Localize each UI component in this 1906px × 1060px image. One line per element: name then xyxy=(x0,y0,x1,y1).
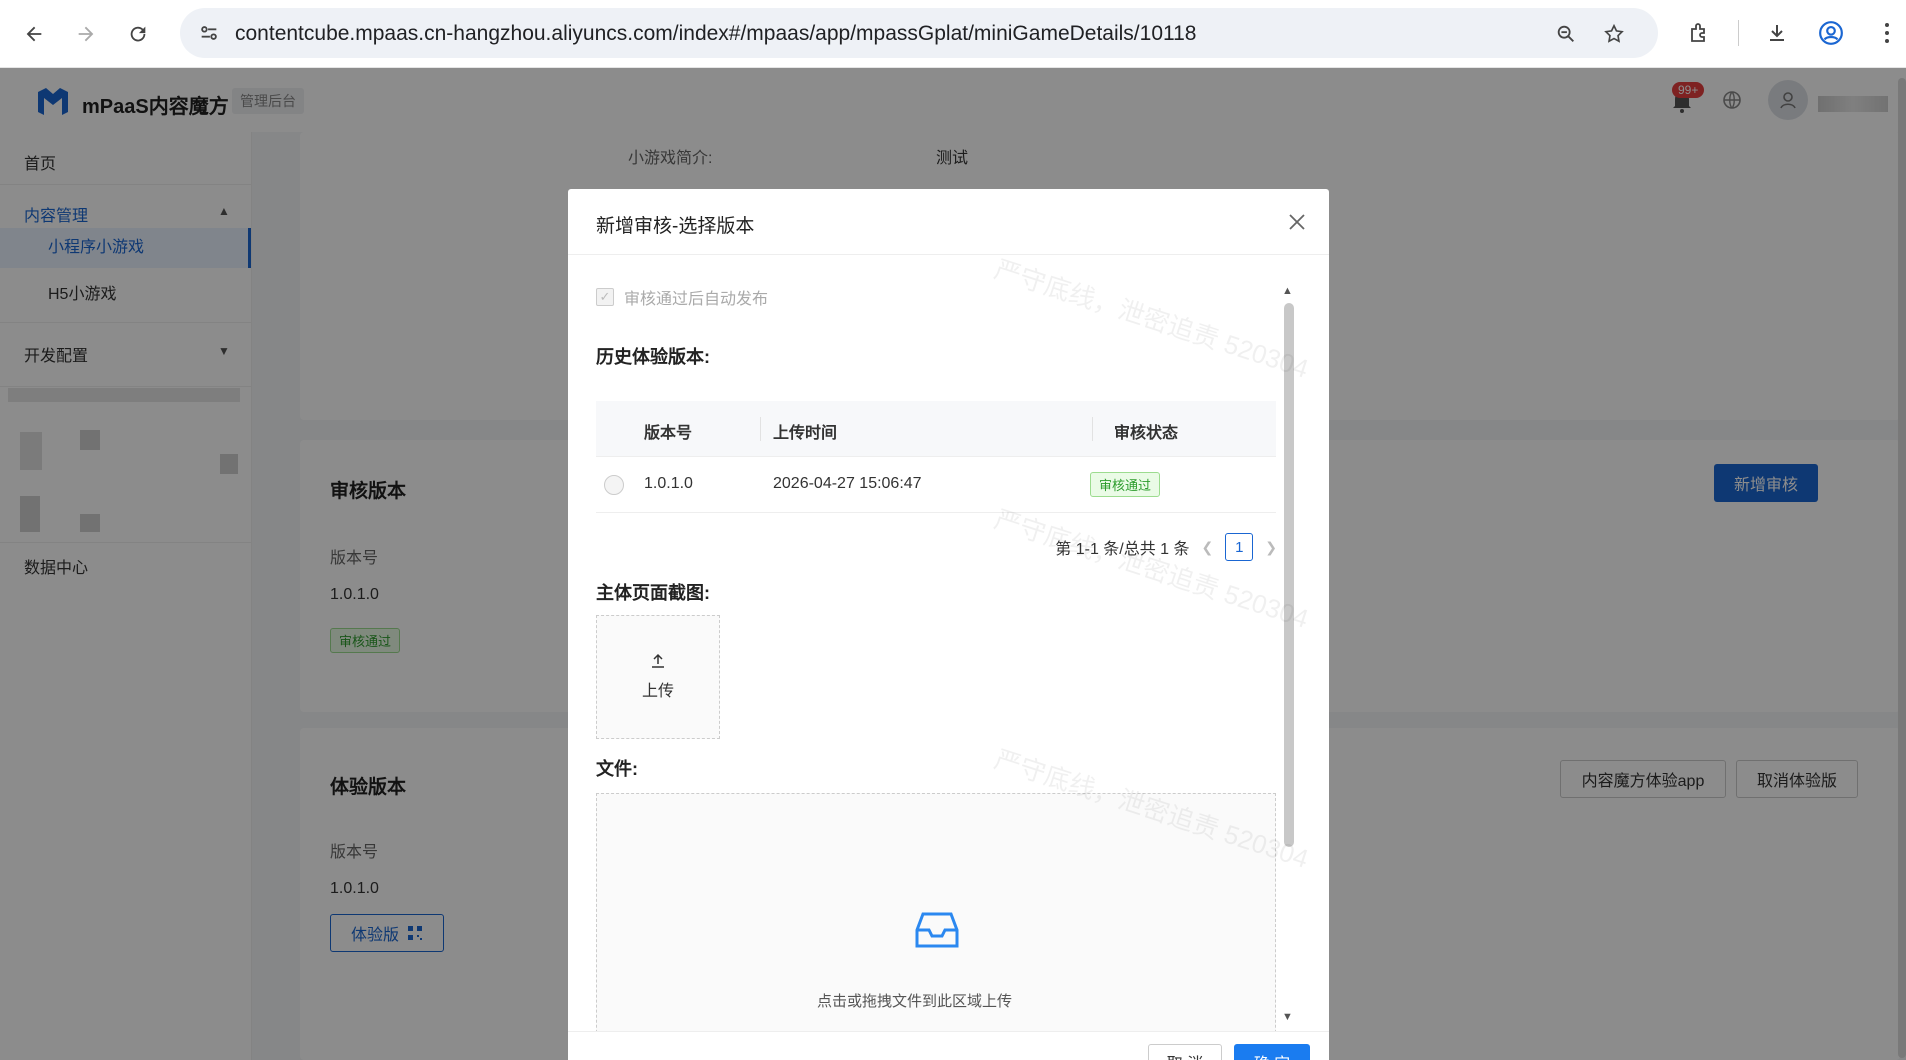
modal-title: 新增审核-选择版本 xyxy=(596,216,755,237)
zoom-icon[interactable] xyxy=(1552,20,1580,48)
column-divider xyxy=(1092,417,1093,441)
site-settings-icon[interactable] xyxy=(198,22,220,49)
bookmark-star-icon[interactable] xyxy=(1600,20,1628,48)
column-header-status: 审核状态 xyxy=(1114,425,1179,442)
table-row[interactable]: 1.0.1.0 2026-04-27 15:06:47 审核通过 xyxy=(596,457,1276,513)
url-text[interactable]: contentcube.mpaas.cn-hangzhou.aliyuncs.c… xyxy=(235,22,1196,46)
prev-page-icon[interactable]: ❮ xyxy=(1202,539,1214,556)
download-icon[interactable] xyxy=(1760,16,1794,50)
browser-toolbar: contentcube.mpaas.cn-hangzhou.aliyuncs.c… xyxy=(0,0,1906,68)
browser-menu-icon[interactable] xyxy=(1870,16,1904,50)
screenshot-title: 主体页面截图: xyxy=(596,583,710,603)
drop-zone-text: 点击或拖拽文件到此区域上传 xyxy=(817,993,1013,1010)
add-review-modal: 新增审核-选择版本 ✓ 审核通过后自动发布 历史体验版本: 版本号 上传时间 审… xyxy=(568,189,1329,1060)
upload-icon xyxy=(652,653,664,668)
forward-icon[interactable] xyxy=(66,14,106,54)
back-icon[interactable] xyxy=(14,14,54,54)
close-icon[interactable] xyxy=(1284,209,1310,235)
inbox-icon xyxy=(913,906,961,954)
upload-label: 上传 xyxy=(641,683,674,700)
confirm-button[interactable]: 确 定 xyxy=(1234,1044,1310,1060)
auto-publish-checkbox[interactable]: ✓ xyxy=(596,288,614,306)
scroll-down-icon[interactable]: ▼ xyxy=(1282,1011,1293,1023)
modal-body: ✓ 审核通过后自动发布 历史体验版本: 版本号 上传时间 审核状态 1.0.1.… xyxy=(568,255,1329,1031)
row-radio[interactable] xyxy=(604,475,624,495)
table-header: 版本号 上传时间 审核状态 xyxy=(596,401,1276,457)
profile-icon[interactable] xyxy=(1814,16,1848,50)
address-bar[interactable]: contentcube.mpaas.cn-hangzhou.aliyuncs.c… xyxy=(180,8,1658,58)
modal-footer: 取 消 确 定 xyxy=(568,1031,1329,1060)
extensions-icon[interactable] xyxy=(1682,16,1716,50)
row-upload-time: 2026-04-27 15:06:47 xyxy=(773,475,922,492)
modal-scrollbar-thumb[interactable] xyxy=(1284,303,1294,847)
auto-publish-label: 审核通过后自动发布 xyxy=(624,291,769,308)
page-number[interactable]: 1 xyxy=(1225,533,1254,561)
scroll-up-icon[interactable]: ▲ xyxy=(1282,285,1293,297)
row-version: 1.0.1.0 xyxy=(644,475,693,492)
reload-icon[interactable] xyxy=(118,14,158,54)
file-title: 文件: xyxy=(596,759,638,779)
cancel-button[interactable]: 取 消 xyxy=(1148,1044,1222,1060)
toolbar-divider xyxy=(1738,20,1739,46)
column-header-version: 版本号 xyxy=(644,425,693,442)
next-page-icon[interactable]: ❯ xyxy=(1265,539,1277,556)
screenshot-upload-button[interactable]: 上传 xyxy=(596,615,720,739)
modal-header: 新增审核-选择版本 xyxy=(568,189,1329,255)
auto-publish-checkbox-row: ✓ 审核通过后自动发布 xyxy=(596,285,768,309)
status-badge: 审核通过 xyxy=(1090,472,1161,497)
column-divider xyxy=(760,417,761,441)
column-header-upload-time: 上传时间 xyxy=(773,425,838,442)
history-title: 历史体验版本: xyxy=(596,347,710,367)
